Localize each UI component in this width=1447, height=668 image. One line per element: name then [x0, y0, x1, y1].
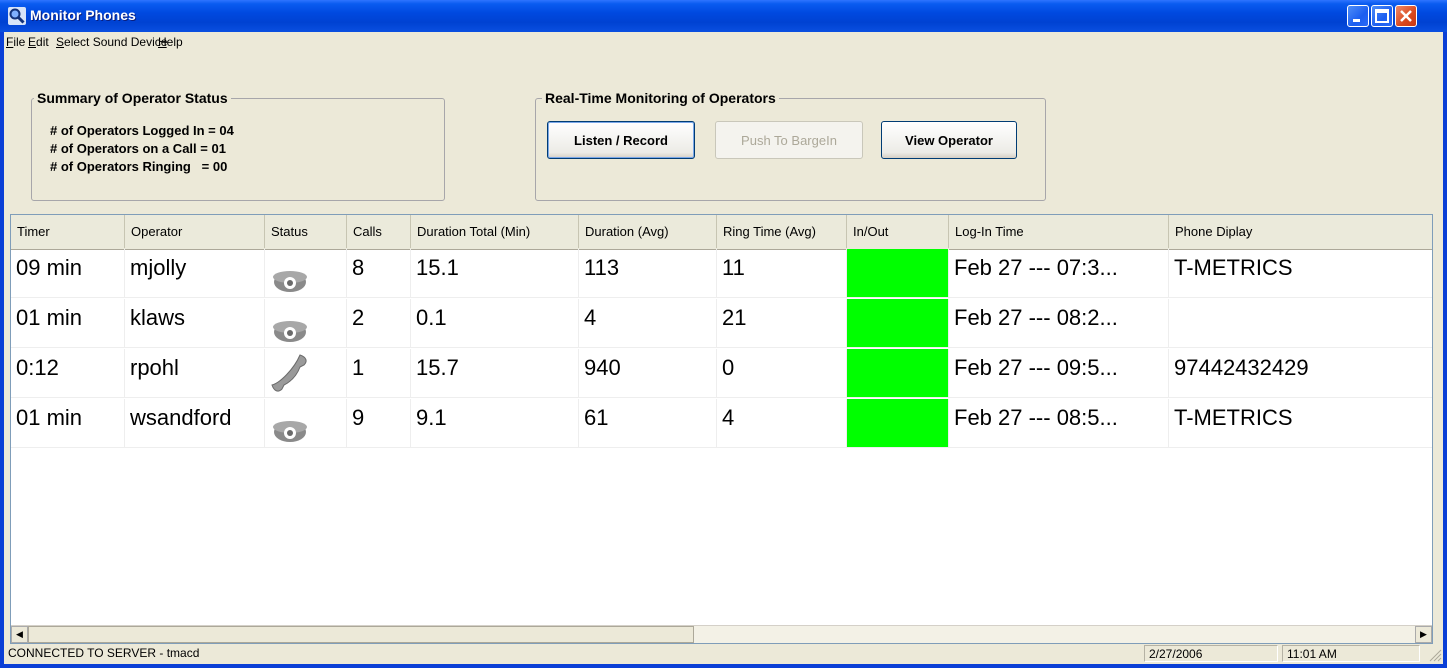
cell-duration-avg: 940: [579, 349, 717, 398]
resize-grip-icon[interactable]: [1428, 648, 1442, 662]
cell-login-time: Feb 27 --- 08:5...: [949, 399, 1169, 448]
horizontal-scrollbar[interactable]: ◀ ▶: [11, 625, 1432, 643]
magnifier-app-icon: [8, 7, 26, 25]
cell-status: [265, 299, 347, 348]
menu-file[interactable]: File: [6, 35, 25, 49]
status-time: 11:01 AM: [1282, 645, 1420, 662]
cell-ring-time-avg: 21: [717, 299, 847, 348]
connection-status: CONNECTED TO SERVER - tmacd: [8, 646, 200, 660]
cell-calls: 8: [347, 249, 411, 298]
menu-edit[interactable]: Edit: [28, 35, 49, 49]
column-header-ring-time-avg[interactable]: Ring Time (Avg): [717, 215, 847, 248]
menu-select-sound-device[interactable]: Select Sound Device: [56, 35, 167, 49]
summary-on-call: # of Operators on a Call = 01: [50, 141, 226, 156]
table-header: Timer Operator Status Calls Duration Tot…: [11, 215, 1432, 250]
cell-phone-display: 97442432429: [1169, 349, 1432, 398]
cell-in-out: [847, 299, 949, 348]
cell-phone-display: [1169, 299, 1432, 348]
cell-duration-total: 15.1: [411, 249, 579, 298]
cell-status: [265, 349, 347, 398]
cell-in-out: [847, 249, 949, 298]
cell-duration-total: 15.7: [411, 349, 579, 398]
cell-calls: 2: [347, 299, 411, 348]
status-date: 2/27/2006: [1144, 645, 1278, 662]
cell-login-time: Feb 27 --- 07:3...: [949, 249, 1169, 298]
cell-operator: wsandford: [125, 399, 265, 448]
summary-ringing: # of Operators Ringing = 00: [50, 159, 228, 174]
cell-duration-total: 9.1: [411, 399, 579, 448]
table-row[interactable]: 09 min mjolly 8 15.1 113 11 Feb 27 --- 07:3...…: [11, 249, 1432, 299]
cell-operator: rpohl: [125, 349, 265, 398]
cell-phone-display: T-METRICS: [1169, 399, 1432, 448]
minimize-icon: [1353, 19, 1360, 22]
column-header-timer[interactable]: Timer: [11, 215, 125, 248]
cell-in-out: [847, 399, 949, 448]
cell-ring-time-avg: 0: [717, 349, 847, 398]
status-bar: CONNECTED TO SERVER - tmacd 2/27/2006 11…: [4, 642, 1443, 664]
listen-record-button[interactable]: Listen / Record: [547, 121, 695, 159]
cell-ring-time-avg: 11: [717, 249, 847, 298]
cell-calls: 1: [347, 349, 411, 398]
phone-idle-icon: [270, 415, 310, 447]
table-row[interactable]: 0:12 rpohl 1 15.7 940 0 Feb 27 --- 09:5... 9744…: [11, 349, 1432, 399]
cell-login-time: Feb 27 --- 08:2...: [949, 299, 1169, 348]
column-header-login-time[interactable]: Log-In Time: [949, 215, 1169, 248]
scroll-right-button[interactable]: ▶: [1415, 626, 1432, 643]
column-header-operator[interactable]: Operator: [125, 215, 265, 248]
cell-login-time: Feb 27 --- 09:5...: [949, 349, 1169, 398]
summary-logged-in: # of Operators Logged In = 04: [50, 123, 234, 138]
view-operator-button[interactable]: View Operator: [881, 121, 1017, 159]
menu-bar: File Edit Select Sound Device Help: [4, 32, 1443, 52]
maximize-button[interactable]: [1371, 5, 1393, 27]
operators-table[interactable]: Timer Operator Status Calls Duration Tot…: [10, 214, 1433, 644]
phone-idle-icon: [270, 265, 310, 297]
cell-operator: klaws: [125, 299, 265, 348]
column-header-phone-display[interactable]: Phone Diplay: [1169, 215, 1432, 248]
close-button[interactable]: [1395, 5, 1417, 27]
close-icon: [1400, 10, 1412, 22]
table-row[interactable]: 01 min wsandford 9 9.1 61 4 Feb 27 --- 08:5...…: [11, 399, 1432, 449]
cell-timer: 09 min: [11, 249, 125, 298]
cell-timer: 01 min: [11, 399, 125, 448]
cell-status: [265, 399, 347, 448]
main-window: Monitor Phones File Edit Select Sound De…: [0, 0, 1447, 668]
column-header-calls[interactable]: Calls: [347, 215, 411, 248]
cell-phone-display: T-METRICS: [1169, 249, 1432, 298]
cell-status: [265, 249, 347, 298]
scroll-thumb[interactable]: [28, 626, 694, 643]
monitoring-title: Real-Time Monitoring of Operators: [542, 90, 779, 106]
title-bar[interactable]: Monitor Phones: [0, 0, 1447, 32]
summary-groupbox: Summary of Operator Status # of Operator…: [31, 90, 445, 201]
column-header-duration-avg[interactable]: Duration (Avg): [579, 215, 717, 248]
summary-title: Summary of Operator Status: [34, 90, 231, 106]
cell-operator: mjolly: [125, 249, 265, 298]
cell-ring-time-avg: 4: [717, 399, 847, 448]
scroll-left-button[interactable]: ◀: [11, 626, 28, 643]
client-area: File Edit Select Sound Device Help Summa…: [4, 32, 1443, 664]
menu-help[interactable]: Help: [158, 35, 183, 49]
column-header-in-out[interactable]: In/Out: [847, 215, 949, 248]
cell-calls: 9: [347, 399, 411, 448]
cell-timer: 0:12: [11, 349, 125, 398]
table-row[interactable]: 01 min klaws 2 0.1 4 21 Feb 27 --- 08:2...: [11, 299, 1432, 349]
cell-duration-total: 0.1: [411, 299, 579, 348]
phone-on-call-icon: [270, 351, 310, 397]
window-title: Monitor Phones: [30, 7, 136, 23]
monitoring-groupbox: Real-Time Monitoring of Operators Listen…: [535, 90, 1046, 201]
cell-duration-avg: 4: [579, 299, 717, 348]
maximize-icon: [1375, 9, 1389, 23]
phone-idle-icon: [270, 315, 310, 347]
column-header-status[interactable]: Status: [265, 215, 347, 248]
cell-in-out: [847, 349, 949, 398]
column-header-duration-total[interactable]: Duration Total (Min): [411, 215, 579, 248]
cell-duration-avg: 61: [579, 399, 717, 448]
minimize-button[interactable]: [1347, 5, 1369, 27]
cell-timer: 01 min: [11, 299, 125, 348]
cell-duration-avg: 113: [579, 249, 717, 298]
push-to-bargein-button[interactable]: Push To BargeIn: [715, 121, 863, 159]
